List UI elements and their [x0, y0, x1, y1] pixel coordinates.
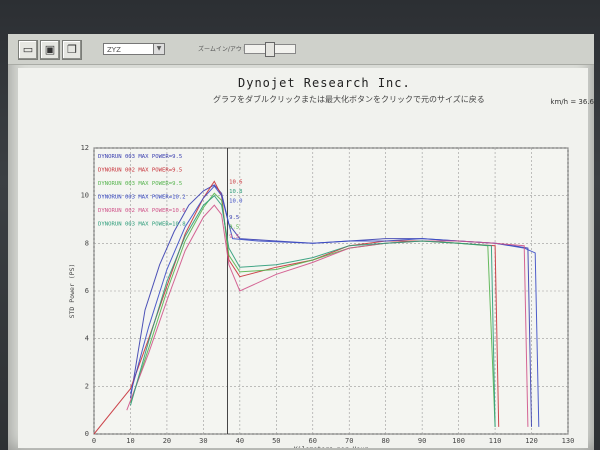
x-tick-label: 130 — [562, 437, 575, 445]
data-label: 10.8 — [229, 189, 243, 195]
y-tick-label: 12 — [81, 144, 89, 152]
x-tick-label: 90 — [418, 437, 426, 445]
zoom-slider-knob[interactable] — [265, 42, 275, 57]
x-tick-label: 40 — [236, 437, 244, 445]
x-axis-label: Kilometers per Hour — [294, 445, 368, 448]
app-window: ▭ ▣ ❐ ZYZ ▼ ズームイン/アウト Dynojet Research I… — [8, 34, 594, 450]
folder-icon[interactable]: ▭ — [18, 40, 38, 60]
x-tick-label: 80 — [381, 437, 389, 445]
x-tick-label: 100 — [452, 437, 465, 445]
x-tick-label: 20 — [163, 437, 171, 445]
legend-entry: DYNORUN 003 MAX POWER=9.5 — [98, 154, 182, 160]
chevron-down-icon: ▼ — [153, 44, 164, 54]
legend-entry: DYNORUN 002 MAX POWER=10.6 — [98, 208, 186, 214]
x-tick-label: 50 — [272, 437, 280, 445]
x-tick-label: 110 — [489, 437, 502, 445]
x-tick-label: 60 — [309, 437, 317, 445]
copy-icon[interactable]: ❐ — [62, 40, 82, 60]
data-label: 10.6 — [229, 179, 242, 185]
x-tick-label: 10 — [126, 437, 134, 445]
y-tick-label: 0 — [85, 430, 89, 438]
y-tick-label: 2 — [85, 382, 89, 390]
y-axis-label: STD Power (PS) — [68, 264, 76, 319]
y-tick-label: 4 — [85, 335, 89, 343]
y-tick-label: 8 — [85, 239, 89, 247]
legend-entry: DYNORUN 003 MAX POWER=10.8 — [98, 222, 186, 228]
y-tick-label: 6 — [85, 287, 89, 295]
disk-icon[interactable]: ▣ — [40, 40, 60, 60]
data-label: 9.5 — [229, 215, 239, 221]
legend-entry: DYNORUN 003 MAX POWER=9.5 — [98, 181, 182, 187]
zoom-label: ズームイン/アウト — [198, 46, 248, 53]
x-tick-label: 70 — [345, 437, 353, 445]
dyno-chart[interactable]: 0 10 20 30 40 50 60 70 80 90 100 110 120 130 0 2 4 6 8 10 12… — [16, 68, 586, 448]
data-label: 10.0 — [229, 198, 242, 204]
view-select[interactable]: ZYZ ▼ — [103, 43, 165, 55]
legend-entry: DYNORUN 002 MAX POWER=9.5 — [98, 168, 182, 174]
view-select-value: ZYZ — [107, 46, 121, 54]
toolbar: ▭ ▣ ❐ ZYZ ▼ ズームイン/アウト — [8, 34, 594, 65]
data-label: 9.5 — [229, 234, 239, 240]
zoom-slider[interactable] — [244, 42, 296, 57]
x-tick-label: 30 — [199, 437, 207, 445]
data-label: 9.5 — [229, 225, 239, 231]
legend-entry: DYNORUN 003 MAX POWER=10.2 — [98, 195, 186, 201]
x-tick-label: 0 — [92, 437, 96, 445]
y-tick-label: 10 — [81, 192, 89, 200]
x-tick-label: 120 — [525, 437, 538, 445]
